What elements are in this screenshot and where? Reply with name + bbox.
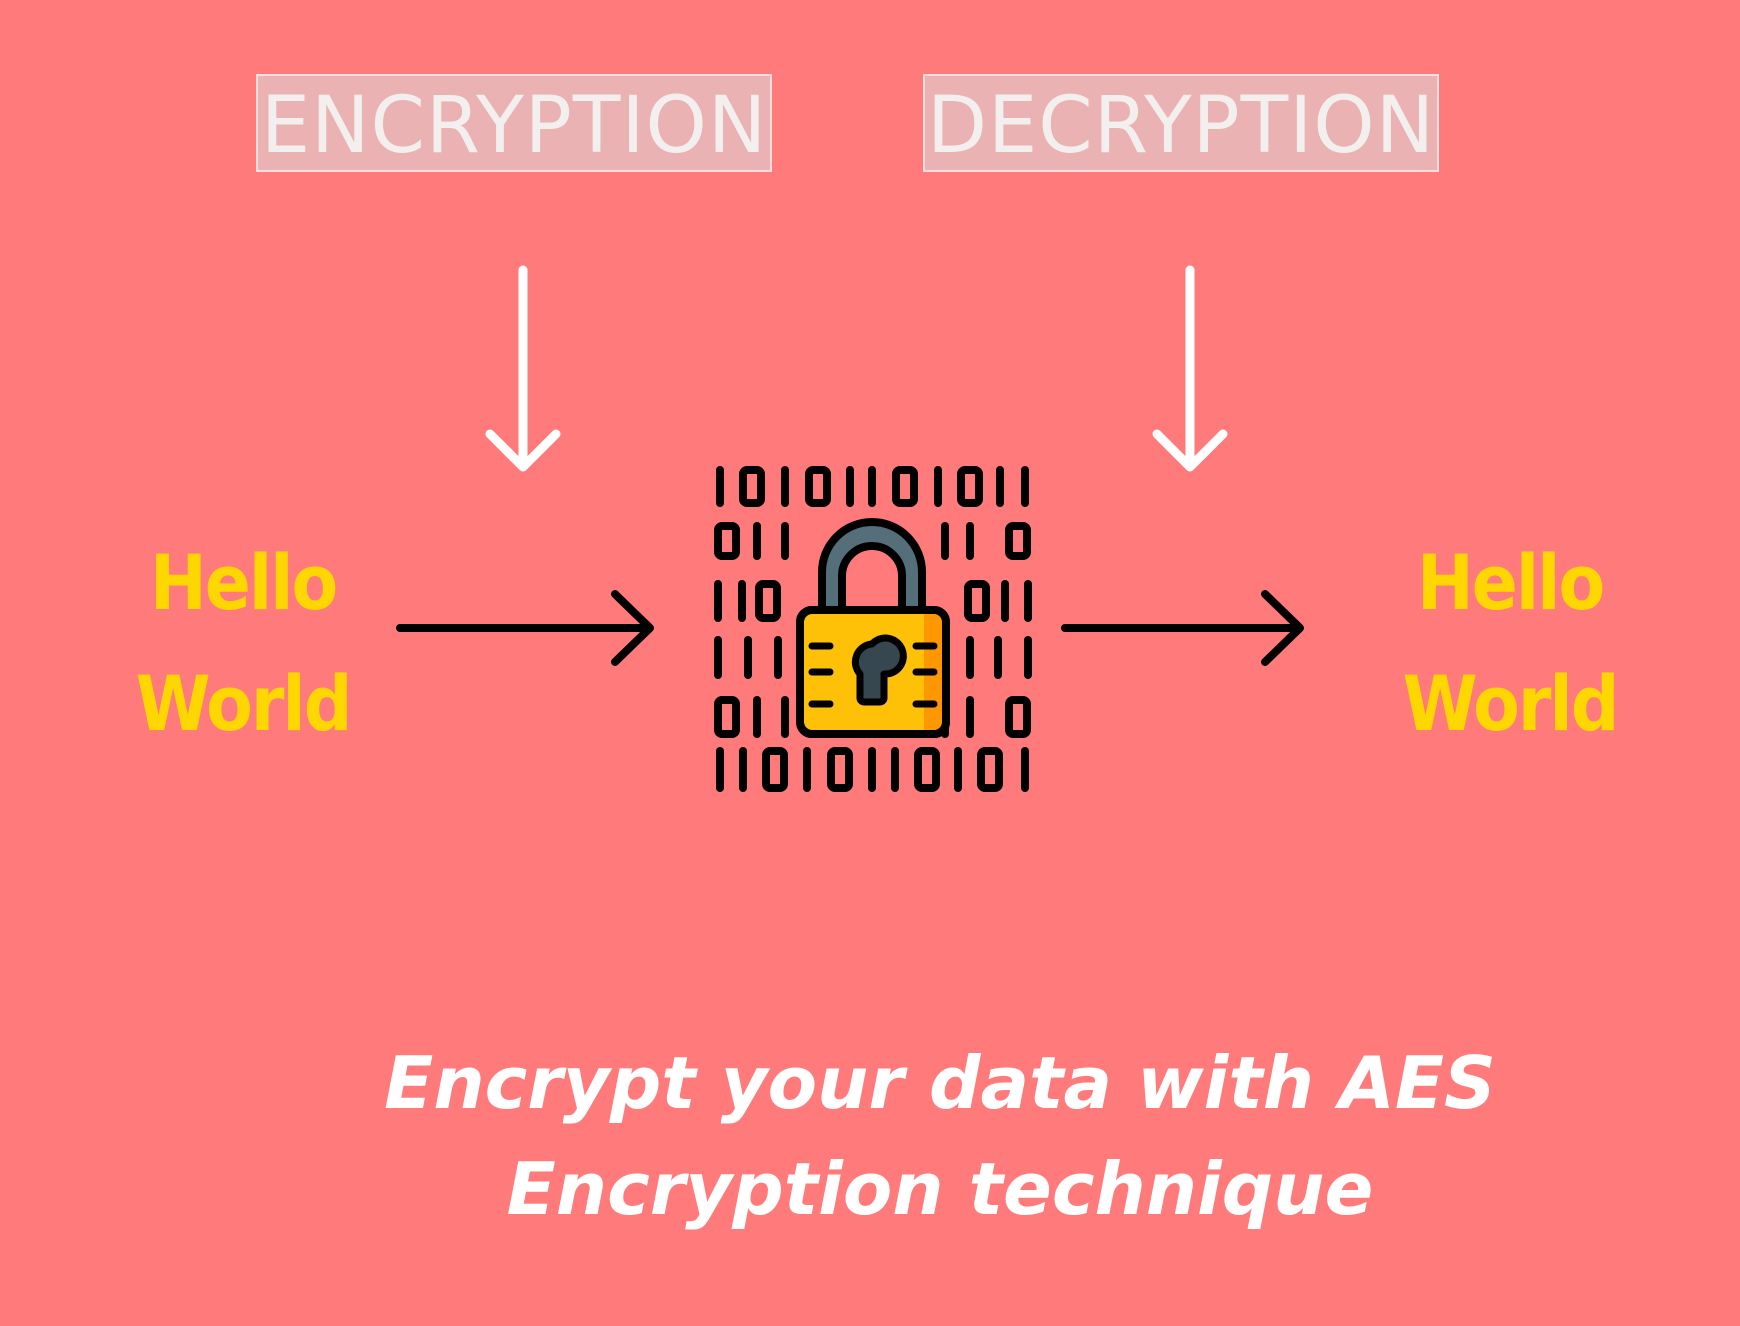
binary-digit-zero [1005,522,1031,560]
diagram-canvas: ENCRYPTION DECRYPTION Hello World Hello … [0,0,1740,1326]
binary-digit-zero [714,522,740,560]
arrow-right-output-icon [1061,590,1304,666]
caption-line-1: Encrypt your data with AES [384,1041,1496,1125]
arrow-down-decryption-icon [1152,265,1228,472]
arrow-right-input-icon [396,590,654,666]
binary-digit-zero [914,747,940,792]
binary-digit-zero [739,466,765,507]
binary-digit-zero [957,466,983,507]
binary-digit-zero [755,580,781,622]
binary-digit-zero [892,466,918,507]
binary-digit-zero [762,747,788,792]
binary-digit-zero [827,747,853,792]
binary-digit-zero [805,466,831,507]
binary-padlock-icon [714,466,1032,792]
binary-digit-zero [714,696,740,738]
arrow-down-encryption-icon [485,265,561,472]
caption-line-2: Encryption technique [506,1147,1374,1231]
binary-digit-zero [1005,696,1031,738]
binary-digit-zero [964,580,990,622]
binary-digit-zero [977,747,1003,792]
caption: Encrypt your data with AES Encryption te… [250,1030,1630,1242]
lock-shackle [818,518,926,616]
